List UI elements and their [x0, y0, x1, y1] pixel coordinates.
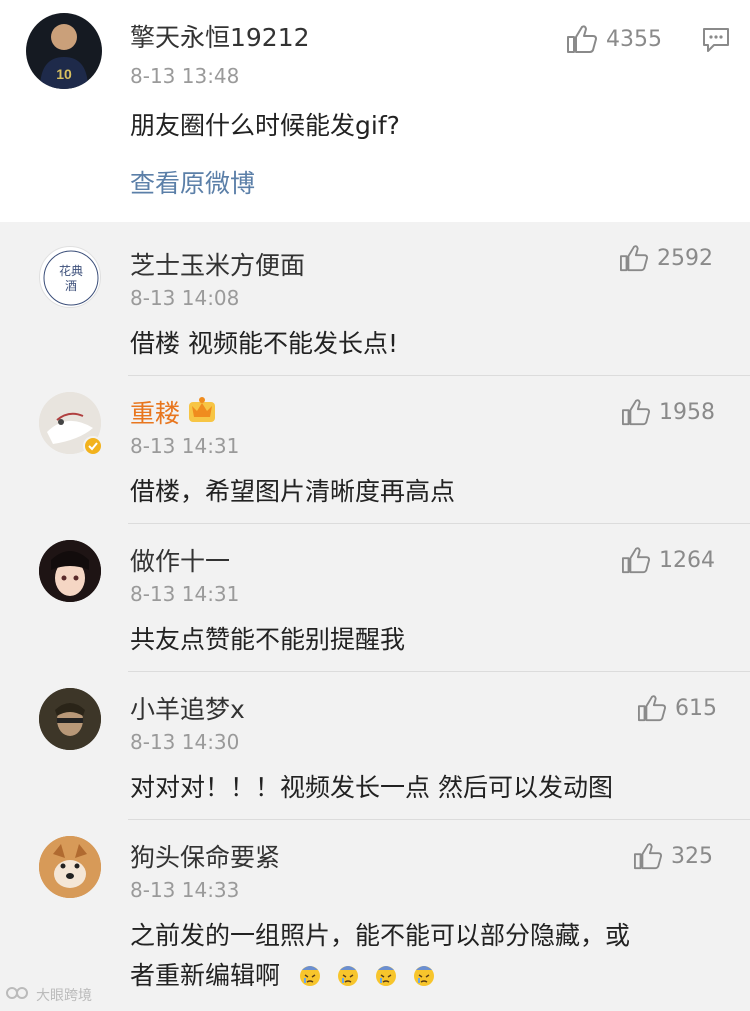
svg-text:酒: 酒 — [65, 279, 77, 293]
comment-text: 共友点赞能不能别提醒我 — [130, 625, 406, 654]
comment-text: 对对对！！！视频发长一点 然后可以发动图 — [130, 773, 613, 802]
thumbs-up-icon — [621, 546, 651, 574]
thumbs-up-icon — [566, 24, 598, 54]
crown-icon — [186, 394, 218, 428]
reply-item: 小羊追梦x 8-13 14:30 对对对！！！视频发长一点 然后可以发动图 61… — [0, 672, 750, 820]
view-original-link[interactable]: 查看原微博 — [130, 164, 255, 200]
crying-emoji-icon — [296, 960, 324, 988]
reply-item: 狗头保命要紧 8-13 14:33 之前发的一组照片，能不能可以部分隐藏，或 者… — [0, 820, 750, 1011]
comment-text-line: 者重新编辑啊 — [130, 961, 281, 990]
avatar[interactable] — [39, 392, 103, 456]
like-button[interactable]: 615 — [637, 694, 717, 722]
thumbs-up-icon — [633, 842, 663, 870]
like-button[interactable]: 325 — [633, 842, 713, 870]
username[interactable]: 芝士玉米方便面 — [130, 246, 305, 282]
comment-text: 借楼 视频能不能发长点! — [130, 329, 398, 358]
username[interactable]: 重耧 — [130, 394, 180, 430]
watermark-text: 大眼跨境 — [36, 988, 92, 1004]
thumbs-up-icon — [621, 398, 651, 426]
svg-text:10: 10 — [56, 66, 72, 82]
thumbs-up-icon — [619, 244, 649, 272]
thumbs-up-icon — [637, 694, 667, 722]
svg-text:花典: 花典 — [59, 263, 83, 278]
like-count: 615 — [675, 695, 717, 721]
comment-text: 之前发的一组照片，能不能可以部分隐藏，或 — [130, 921, 631, 950]
username[interactable]: 做作十一 — [130, 542, 230, 578]
timestamp: 8-13 14:31 — [130, 434, 240, 458]
username[interactable]: 擎天永恒19212 — [130, 18, 310, 54]
like-button[interactable]: 1264 — [621, 546, 715, 574]
like-count: 1264 — [659, 547, 715, 573]
crying-emoji-icon — [410, 960, 438, 988]
timestamp: 8-13 14:30 — [130, 730, 240, 754]
timestamp: 8-13 13:48 — [130, 64, 240, 88]
comment-icon[interactable] — [702, 27, 730, 57]
username[interactable]: 狗头保命要紧 — [130, 838, 280, 874]
watermark: 大眼跨境 — [6, 985, 92, 1005]
comment-text: 朋友圈什么时候能发gif? — [130, 111, 400, 140]
like-count: 2592 — [657, 245, 713, 271]
timestamp: 8-13 14:08 — [130, 286, 240, 310]
avatar[interactable]: 花典 酒 — [39, 246, 101, 308]
avatar[interactable] — [39, 836, 101, 898]
like-count: 1958 — [659, 399, 715, 425]
like-count: 4355 — [606, 26, 662, 52]
like-button[interactable]: 1958 — [621, 398, 715, 426]
like-button[interactable]: 2592 — [619, 244, 713, 272]
timestamp: 8-13 14:31 — [130, 582, 240, 606]
reply-item: 重耧 8-13 14:31 借楼，希望图片清晰度再高点 1958 — [0, 376, 750, 524]
main-comment: 10 擎天永恒19212 8-13 13:48 朋友圈什么时候能发gif? 查看… — [0, 0, 750, 222]
like-button[interactable]: 4355 — [566, 24, 662, 54]
reply-item: 做作十一 8-13 14:31 共友点赞能不能别提醒我 1264 — [0, 524, 750, 672]
timestamp: 8-13 14:33 — [130, 878, 240, 902]
watermark-logo-icon — [6, 985, 32, 1005]
crying-emoji-icon — [334, 960, 362, 988]
avatar[interactable] — [39, 688, 101, 750]
username[interactable]: 小羊追梦x — [130, 690, 245, 726]
like-count: 325 — [671, 843, 713, 869]
crying-emoji-icon — [372, 960, 400, 988]
comment-text: 借楼，希望图片清晰度再高点 — [130, 477, 456, 506]
comment-text: 者重新编辑啊 — [130, 956, 438, 992]
verified-badge-icon — [83, 436, 103, 456]
avatar[interactable] — [39, 540, 101, 602]
reply-item: 花典 酒 芝士玉米方便面 8-13 14:08 借楼 视频能不能发长点! 259… — [0, 222, 750, 376]
avatar[interactable]: 10 — [26, 13, 102, 89]
